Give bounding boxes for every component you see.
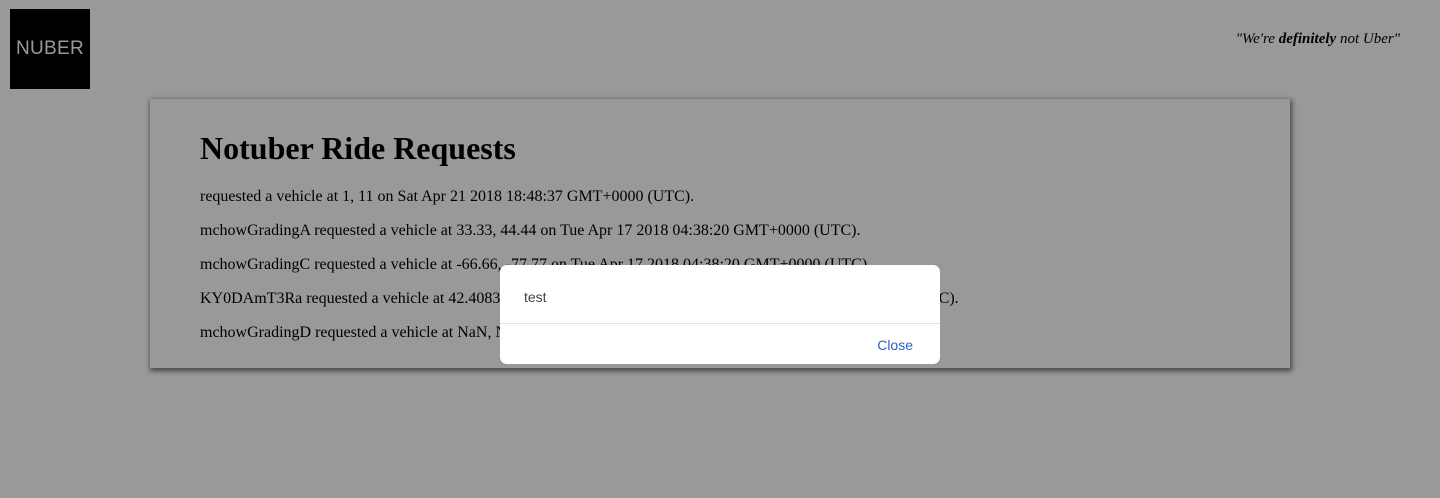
close-button[interactable]: Close	[877, 337, 913, 353]
modal-backdrop[interactable]	[0, 0, 1440, 498]
dialog-message: test	[500, 265, 940, 324]
alert-dialog: test Close	[500, 265, 940, 364]
dialog-footer: Close	[500, 324, 940, 364]
